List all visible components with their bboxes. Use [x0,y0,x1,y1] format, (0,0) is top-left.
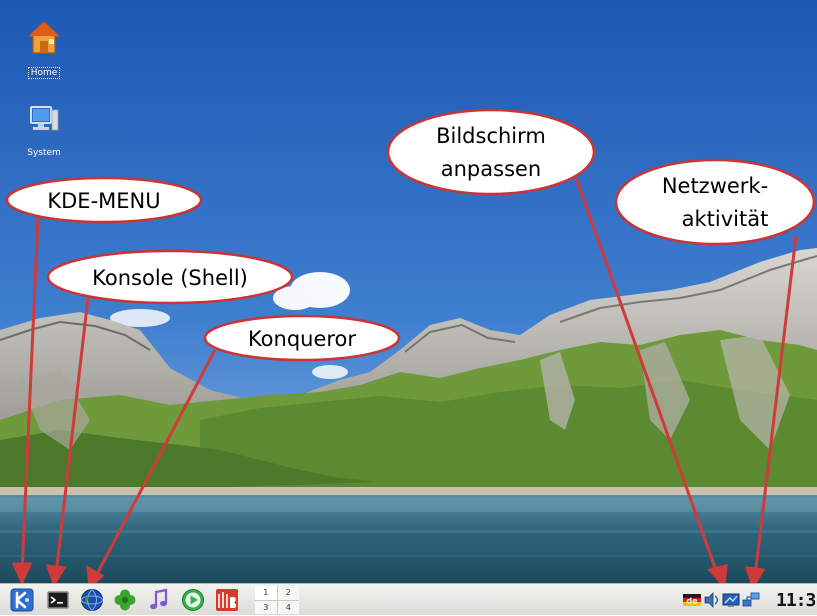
keyboard-layout-icon: de [683,594,701,606]
music-note-icon [150,588,168,610]
gnome-app-launcher[interactable] [113,588,137,612]
display-settings-icon [722,593,740,607]
callout-netzwerk: Netzwerk- aktivität [614,158,816,246]
callout-bildschirm: Bildschirm anpassen [386,108,596,196]
network-activity-tray[interactable] [742,591,760,609]
arrowhead-konsole [45,564,67,583]
arrow-netzwerk [753,235,798,577]
callout-label: Konqueror [248,327,356,351]
mb-app-launcher[interactable] [215,588,239,612]
music-player-launcher[interactable] [147,588,171,612]
callout-konqueror: Konqueror [203,314,401,362]
arrowhead-netzwerk [744,566,766,583]
callout-label-line2: anpassen [441,157,542,181]
callout-kde-menu: KDE-MENU [5,176,203,224]
pager-desktop-1[interactable]: 1 [255,586,277,600]
gnome-clover-icon [114,589,136,611]
callout-label-line2: aktivität [682,207,769,231]
arrowhead-kde-menu [11,562,33,583]
pager-desktop-4[interactable]: 4 [277,600,299,614]
callout-label-line1: Bildschirm [436,124,546,148]
arrowhead-bildschirm [707,564,728,583]
callout-label: KDE-MENU [47,189,160,213]
display-settings-tray[interactable] [722,591,740,609]
keyboard-layout-indicator[interactable]: de [683,591,701,609]
pager-desktop-3[interactable]: 3 [255,600,277,614]
callout-konsole: Konsole (Shell) [46,249,294,305]
kde-menu-button[interactable] [10,588,34,612]
callout-label: Konsole (Shell) [92,266,248,290]
pager-desktop-2[interactable]: 2 [277,586,299,600]
network-activity-icon [742,592,760,607]
volume-control[interactable] [703,591,721,609]
konqueror-launcher[interactable] [80,588,104,612]
kde-menu-icon [10,588,34,612]
konqueror-globe-icon [81,589,103,611]
media-player-launcher[interactable] [181,588,205,612]
arrow-konqueror [94,349,217,577]
taskbar: 1 2 3 4 de 11:36 [0,583,817,615]
arrow-konsole [54,297,90,575]
callout-label-line1: Netzwerk- [662,174,768,198]
konsole-icon [47,591,69,609]
arrow-kde-menu [20,217,40,573]
keyboard-layout-label: de [686,597,698,606]
annotation-layer: KDE-MENU Konsole (Shell) Konqueror Bilds… [5,108,816,583]
desktop[interactable]: Home System KDE-MENU Konsole (Shell) Kon… [0,0,817,583]
mb-app-icon [216,589,238,611]
speaker-icon [704,592,718,608]
konsole-launcher[interactable] [46,588,70,612]
media-play-icon [182,589,204,611]
clock[interactable]: 11:36 [776,589,816,611]
virtual-desktop-pager: 1 2 3 4 [255,586,299,614]
